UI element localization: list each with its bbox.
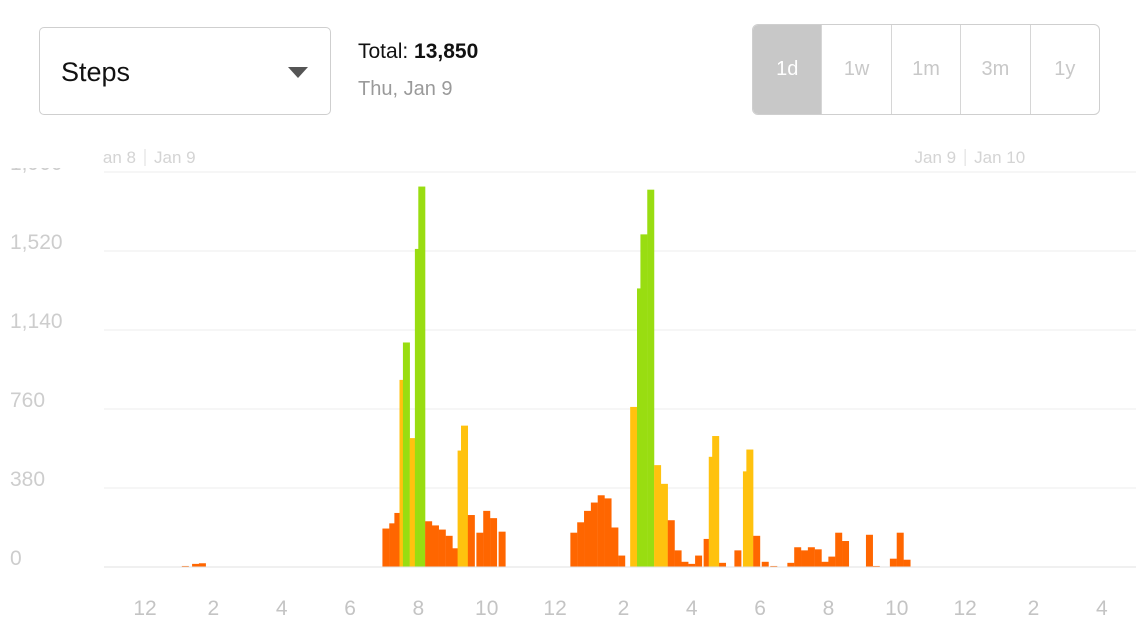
x-tick-label: 2 xyxy=(208,597,220,620)
x-tick-label: 4 xyxy=(686,597,698,620)
step-bar xyxy=(746,449,754,567)
step-bar xyxy=(660,483,668,567)
step-bar xyxy=(807,547,815,567)
step-bar xyxy=(498,531,506,567)
step-bar xyxy=(490,518,498,567)
x-tick-label: 8 xyxy=(413,597,425,620)
x-tick-label: 4 xyxy=(276,597,288,620)
step-bar xyxy=(761,561,769,567)
step-bar xyxy=(611,527,619,567)
y-tick-label: 0 xyxy=(10,547,22,570)
step-bar xyxy=(719,562,727,567)
step-bar xyxy=(461,425,469,567)
x-tick-label: 2 xyxy=(618,597,630,620)
step-bar xyxy=(674,550,682,567)
day-marker-right: Jan 9 xyxy=(154,148,196,167)
step-bar xyxy=(896,532,904,567)
step-bar xyxy=(604,498,612,567)
x-tick-label: 6 xyxy=(344,597,356,620)
step-bar xyxy=(577,522,585,567)
step-bar xyxy=(618,555,626,567)
step-bar xyxy=(198,563,206,567)
x-tick-label: 12 xyxy=(543,597,566,620)
step-bar xyxy=(787,562,795,567)
step-bar xyxy=(814,549,822,567)
step-bar xyxy=(630,406,638,567)
step-bar xyxy=(681,561,689,567)
step-bar xyxy=(597,495,605,567)
step-bar xyxy=(467,515,475,567)
x-tick-label: 10 xyxy=(885,597,908,620)
step-bar xyxy=(753,535,761,567)
step-bar xyxy=(828,556,836,567)
step-bar xyxy=(445,535,453,567)
y-tick-label: 760 xyxy=(10,389,45,412)
step-bar xyxy=(801,550,809,567)
x-tick-label: 12 xyxy=(133,597,156,620)
x-tick-label: 4 xyxy=(1096,597,1108,620)
step-bar xyxy=(640,234,648,568)
step-bar xyxy=(570,532,578,567)
x-tick-label: 6 xyxy=(754,597,766,620)
step-bar xyxy=(438,529,446,567)
step-bar xyxy=(667,520,675,567)
step-bar xyxy=(590,502,598,567)
x-tick-label: 10 xyxy=(475,597,498,620)
x-tick-label: 2 xyxy=(1028,597,1040,620)
step-bar xyxy=(712,436,720,567)
x-tick-label: 12 xyxy=(953,597,976,620)
step-bar xyxy=(734,550,742,567)
y-tick-label: 1,140 xyxy=(10,310,63,333)
day-marker-right: Jan 10 xyxy=(974,148,1025,167)
step-bar xyxy=(654,465,662,567)
step-bar xyxy=(584,510,592,567)
timeline-clip-mask xyxy=(0,140,102,168)
step-bar xyxy=(402,342,410,567)
step-bar xyxy=(382,528,390,567)
y-tick-label: 380 xyxy=(10,468,45,491)
step-bar xyxy=(431,525,439,567)
step-bar xyxy=(889,558,897,567)
step-bar xyxy=(476,532,484,567)
day-marker-left: Jan 9 xyxy=(915,148,957,167)
x-tick-label: 8 xyxy=(823,597,835,620)
step-bar xyxy=(483,510,491,567)
step-bar xyxy=(835,532,843,567)
steps-chart: 03807601,1401,5201,900Jan 8Jan 9Jan 9Jan… xyxy=(0,140,1136,620)
step-bar xyxy=(425,521,433,567)
step-bar xyxy=(865,534,873,567)
step-bar xyxy=(794,547,802,567)
step-bar xyxy=(647,189,655,567)
step-bar xyxy=(821,561,829,567)
y-tick-label: 1,520 xyxy=(10,231,63,254)
step-bar xyxy=(418,186,426,568)
step-bar xyxy=(842,541,850,567)
step-bar xyxy=(903,559,911,567)
step-bar xyxy=(695,555,703,567)
